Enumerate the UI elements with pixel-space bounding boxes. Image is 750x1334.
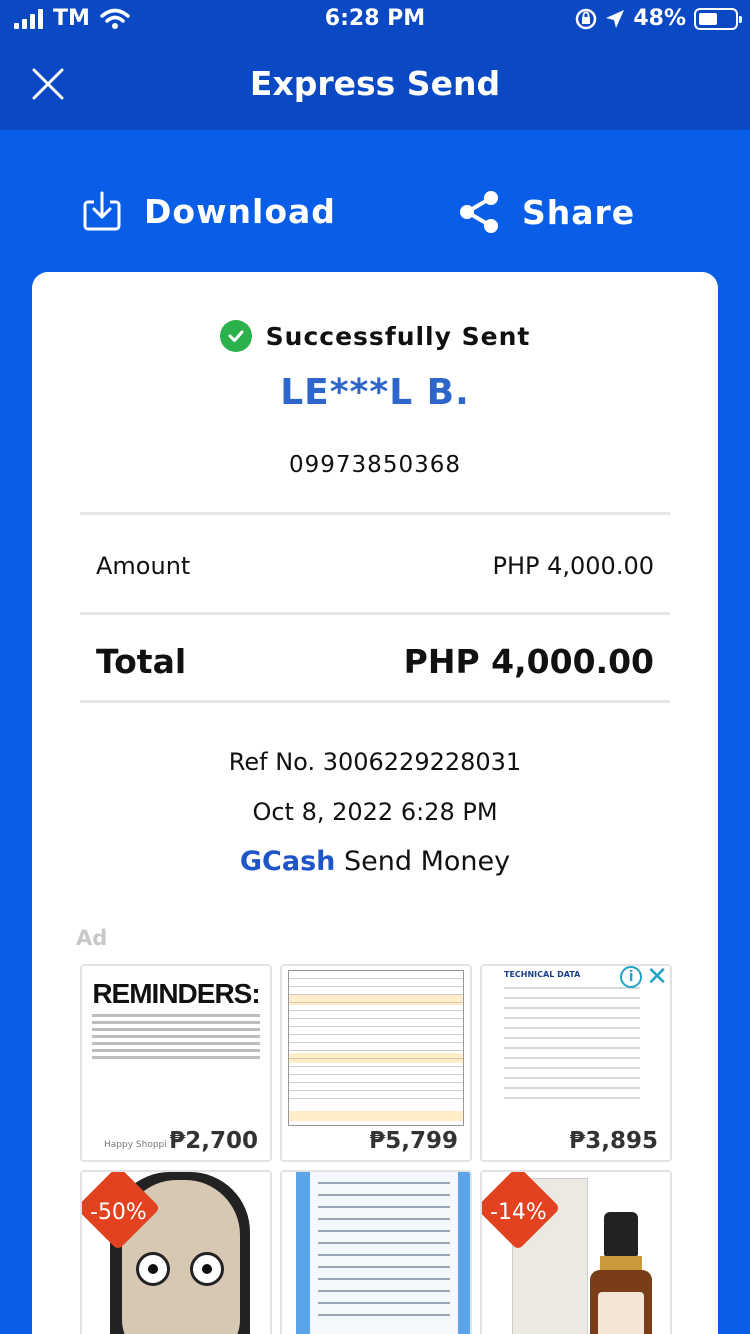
success-status: Successfully Sent: [32, 320, 718, 352]
gcash-brand: GCash: [239, 846, 336, 877]
share-button[interactable]: Share: [458, 190, 635, 234]
discount-badge: -14%: [490, 1200, 547, 1225]
status-right: 48%: [575, 6, 742, 31]
total-row: Total PHP 4,000.00: [96, 642, 654, 681]
location-arrow-icon: [606, 9, 625, 28]
check-circle-icon: [219, 320, 252, 352]
reference-number: Ref No. 3006229228031: [228, 748, 522, 776]
total-value: PHP 4,000.00: [403, 642, 654, 681]
amount-value: PHP 4,000.00: [492, 552, 655, 580]
total-label: Total: [96, 642, 187, 681]
service-label: Send Money: [343, 846, 511, 877]
receipt-actions: Download Share: [0, 190, 750, 246]
divider: [80, 700, 670, 703]
service-name: GCash Send Money: [32, 846, 718, 877]
share-icon: [460, 191, 498, 233]
recipient-phone: 09973850368: [289, 452, 461, 478]
ad-info-icon[interactable]: i: [620, 966, 643, 988]
ad-tile[interactable]: [280, 1170, 472, 1334]
ad-text-line: [92, 1028, 260, 1031]
ad-text-line: [92, 1056, 260, 1059]
ad-label: Ad: [76, 926, 108, 950]
ad-text-line: [92, 1035, 260, 1038]
ad-text-line: [92, 1014, 260, 1017]
ad-price: ₱2,700: [167, 1128, 260, 1154]
download-icon: [83, 191, 121, 231]
status-text: Successfully Sent: [265, 321, 531, 351]
transaction-date: Oct 8, 2022 6:28 PM: [252, 798, 498, 826]
ad-spec-table-image: [288, 970, 464, 1126]
discount-badge: -50%: [90, 1200, 147, 1225]
ad-text-line: [92, 1021, 260, 1024]
ad-tile[interactable]: ₱5,799: [280, 964, 472, 1162]
app-header: Express Send: [0, 42, 750, 130]
ad-controls: i ✕: [620, 966, 668, 990]
share-label: Share: [522, 192, 636, 232]
eye-shape: [136, 1252, 170, 1286]
ad-product-image: [590, 1212, 652, 1334]
amount-label: Amount: [96, 552, 191, 580]
divider: [80, 612, 670, 615]
ad-text-line: [92, 1049, 260, 1052]
receipt-card: Successfully Sent LE***L B. 09973850368 …: [32, 272, 718, 1334]
page-title: Express Send: [249, 64, 501, 103]
status-bar: TM 6:28 PM 48%: [0, 0, 750, 42]
amount-row: Amount PHP 4,000.00: [96, 552, 654, 580]
ad-text-line: [92, 1042, 260, 1045]
ad-tile[interactable]: -50%: [80, 1170, 272, 1334]
ad-tile[interactable]: TECHNICAL DATA i ✕ ₱3,895: [480, 964, 672, 1162]
divider: [80, 512, 670, 515]
eye-shape: [190, 1252, 224, 1286]
battery-icon: [694, 7, 742, 30]
battery-percent: 48%: [633, 6, 686, 31]
recipient-name: LE***L B.: [280, 372, 470, 413]
ad-price: ₱3,895: [567, 1128, 660, 1154]
ad-close-icon[interactable]: ✕: [646, 966, 668, 990]
ad-tile[interactable]: REMINDERS: Happy Shopping! ₱2,700: [80, 964, 272, 1162]
orientation-lock-icon: [576, 8, 597, 29]
download-button[interactable]: Download: [82, 190, 336, 232]
ad-tile[interactable]: -14%: [480, 1170, 672, 1334]
download-label: Download: [144, 191, 336, 231]
ad-tile-title: REMINDERS:: [92, 978, 260, 1009]
ad-price: ₱5,799: [367, 1128, 460, 1154]
ad-document-image: [296, 1172, 470, 1334]
